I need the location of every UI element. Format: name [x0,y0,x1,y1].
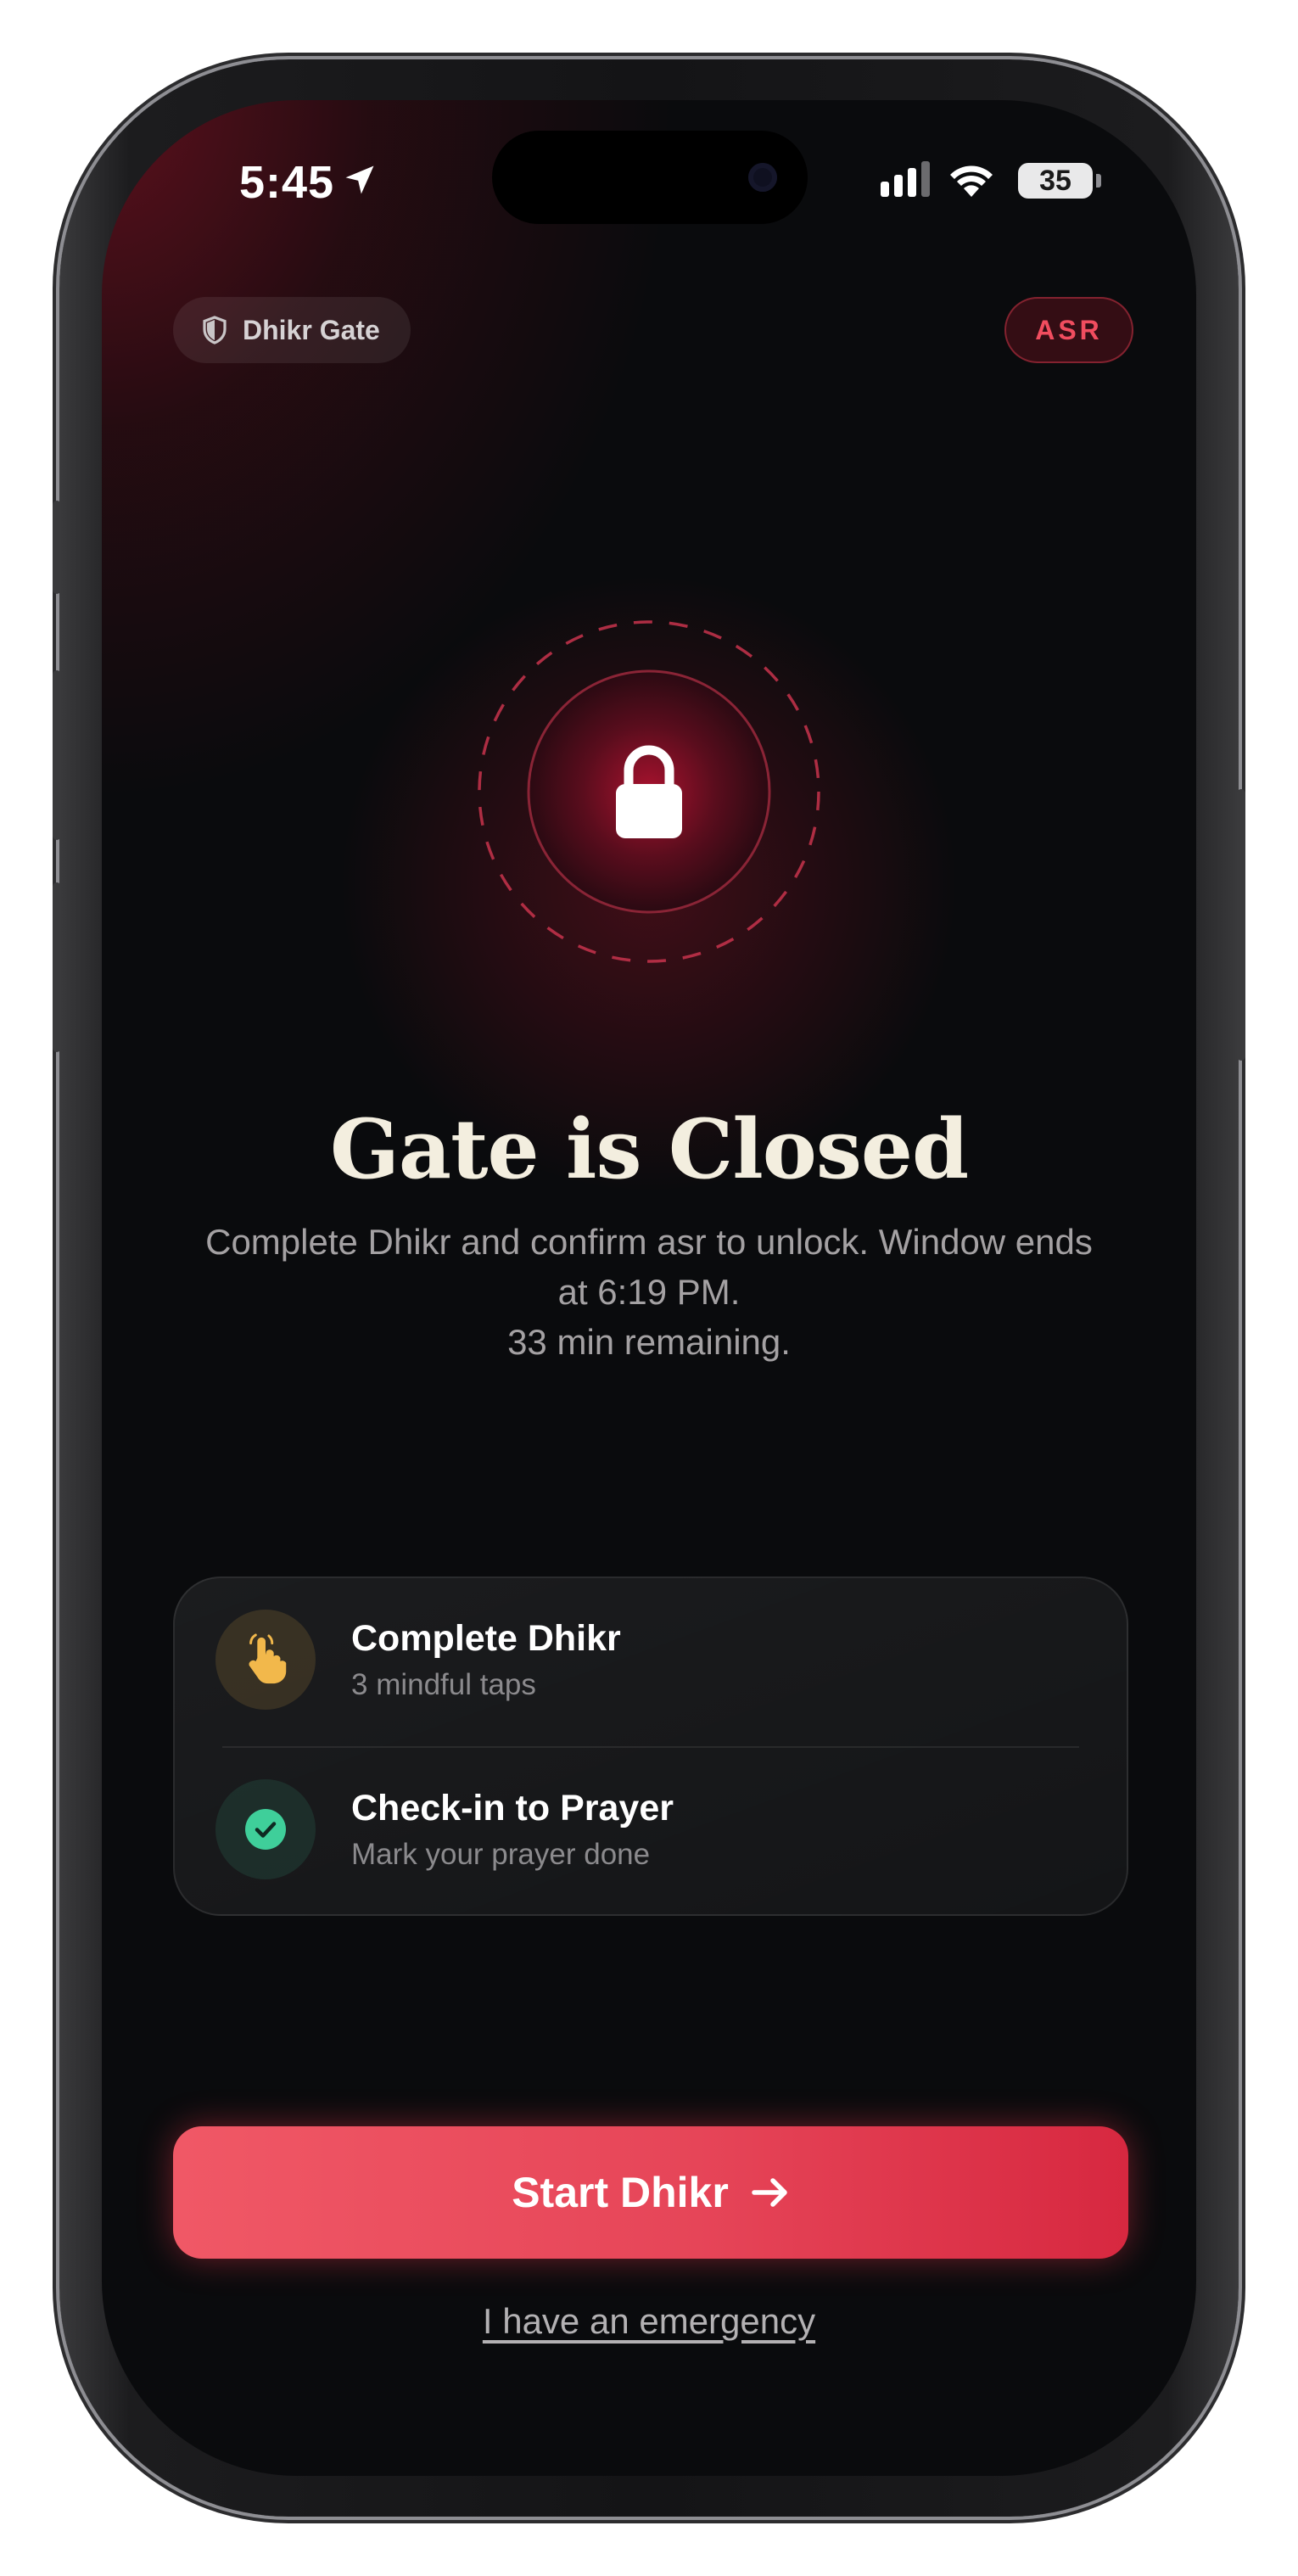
prayer-badge: ASR [1004,297,1133,363]
gate-description-line1: Complete Dhikr and confirm asr to unlock… [205,1222,1093,1312]
check-circle-icon [245,1809,286,1850]
prayer-badge-label: ASR [1035,314,1103,345]
status-time: 5:45 [239,157,335,208]
app-screen: 5:45 35 Dhikr Gate ASR Gate is Closed Co… [102,100,1196,2476]
start-dhikr-label: Start Dhikr [512,2169,729,2216]
step-text: Complete Dhikr 3 mindful taps [351,1618,621,1702]
page-title: Gate is Closed [329,1101,969,1197]
wifi-icon [950,165,993,197]
battery-indicator: 35 [1018,163,1093,199]
step-subtitle: Mark your prayer done [351,1837,651,1871]
step-title: Check-in to Prayer [351,1787,674,1828]
power-button [1237,789,1245,1061]
step-check-in-prayer: Check-in to Prayer Mark your prayer done [215,1778,674,1880]
step-text: Check-in to Prayer Mark your prayer done [351,1788,674,1872]
arrow-right-icon [752,2178,787,2207]
volume-up-button [53,670,61,840]
gate-description: Complete Dhikr and confirm asr to unlock… [195,1217,1103,1367]
step-title: Complete Dhikr [351,1617,621,1659]
app-name-chip: Dhikr Gate [173,297,411,363]
action-button [53,501,61,594]
volume-down-button [53,882,61,1052]
step-subtitle: 3 mindful taps [351,1667,536,1701]
location-arrow-icon [345,165,374,194]
tap-hand-icon [249,1633,287,1684]
emergency-link[interactable]: I have an emergency [102,2301,1196,2342]
front-camera [748,163,777,192]
unlock-steps-card: Complete Dhikr 3 mindful taps Check-in t… [173,1576,1128,1916]
shield-icon [203,316,227,344]
app-name-label: Dhikr Gate [243,314,380,345]
dynamic-island [492,131,808,224]
step-complete-dhikr: Complete Dhikr 3 mindful taps [215,1609,621,1711]
time-remaining-text: 33 min remaining. [507,1322,791,1362]
steps-divider [222,1746,1079,1748]
start-dhikr-button[interactable]: Start Dhikr [173,2126,1128,2259]
step-icon-badge [215,1779,316,1879]
step-icon-badge [215,1610,316,1710]
battery-nub [1096,174,1101,188]
lock-emblem [478,620,820,963]
cellular-signal-icon [881,161,930,197]
